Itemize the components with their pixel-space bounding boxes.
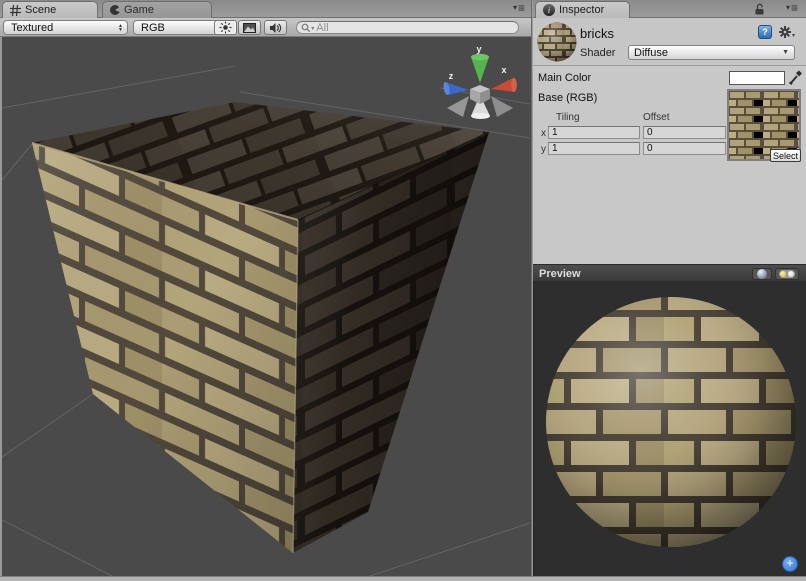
material-thumbnail[interactable] — [537, 22, 577, 62]
shader-label: Shader — [580, 47, 615, 59]
popup-caret-icon: ▼ — [782, 49, 789, 56]
preview-render — [534, 282, 806, 576]
tab-scene-label: Scene — [25, 4, 56, 16]
shader-value: Diffuse — [634, 47, 668, 59]
gear-icon — [778, 25, 792, 39]
unity-editor-window: Scene Game ▾≡ Textured ▲▼ RGB ▲▼ — [0, 0, 806, 581]
scene-tabbar: Scene Game ▾≡ — [0, 0, 533, 18]
gear-caret-icon: ▾ — [792, 32, 795, 39]
gizmo-z-label: z — [449, 71, 454, 81]
scene-lighting-toggle[interactable] — [214, 20, 237, 35]
preview-title: Preview — [539, 268, 581, 280]
preview-sphere[interactable] — [546, 297, 796, 547]
preview-header[interactable]: Preview — [533, 264, 806, 282]
light-off-dot — [788, 271, 794, 277]
eyedropper-icon[interactable] — [788, 69, 804, 86]
x-offset-field[interactable] — [643, 126, 726, 139]
render-mode-dropdown[interactable]: Textured ▲▼ — [3, 20, 128, 35]
inspector-panel: i Inspector ▾≡ — [533, 0, 806, 576]
main-color-label: Main Color — [538, 72, 591, 84]
render-mode-value: Textured — [11, 22, 112, 34]
tab-game[interactable]: Game — [102, 1, 212, 18]
search-caret-icon: ▾ — [311, 25, 314, 32]
tiling-header: Tiling — [556, 112, 580, 123]
y-row-label: y — [541, 144, 546, 155]
scene-skybox-toggle[interactable] — [238, 20, 261, 35]
menu-caret-icon: ▾ — [786, 3, 790, 13]
material-header: bricks Shader Diffuse ▼ ? — [533, 18, 806, 66]
y-offset-field[interactable] — [643, 142, 726, 155]
gizmo-y-label: y — [476, 44, 481, 54]
tab-inspector-label: Inspector — [559, 4, 604, 16]
menu-lines-icon: ≡ — [791, 3, 798, 13]
scene-grid-icon — [10, 5, 21, 16]
preview-mesh-button[interactable] — [752, 268, 772, 280]
x-tiling-field[interactable] — [548, 126, 640, 139]
search-icon — [301, 23, 310, 33]
scene-toolbar: Textured ▲▼ RGB ▲▼ — [0, 18, 533, 37]
base-texture-label: Base (RGB) — [538, 92, 597, 104]
window-resize-bar[interactable] — [0, 576, 806, 581]
material-properties: Main Color Base (RGB) — [533, 66, 806, 264]
scene-panel-menu[interactable]: ▾≡ — [513, 3, 525, 13]
inspector-panel-menu[interactable]: ▾≡ — [786, 3, 798, 13]
scene-audio-toggle[interactable] — [264, 20, 287, 35]
menu-caret-icon: ▾ — [513, 3, 517, 13]
speaker-icon — [269, 22, 282, 34]
add-button[interactable]: + — [782, 556, 798, 572]
scene-panel: Scene Game ▾≡ Textured ▲▼ RGB ▲▼ — [0, 0, 533, 576]
gizmo-x-label: x — [501, 65, 506, 75]
tab-scene[interactable]: Scene — [2, 1, 98, 18]
material-name: bricks — [580, 26, 614, 41]
lock-icon[interactable] — [754, 3, 766, 16]
light-on-dot — [780, 271, 786, 277]
preview-light-button[interactable] — [775, 268, 799, 280]
texture-select-button[interactable]: Select — [770, 149, 801, 162]
shader-dropdown[interactable]: Diffuse ▼ — [628, 45, 795, 60]
y-tiling-field[interactable] — [548, 142, 640, 155]
scene-search[interactable]: ▾ — [296, 21, 519, 34]
color-mode-value: RGB — [141, 22, 212, 34]
info-icon: i — [543, 4, 555, 16]
offset-header: Offset — [643, 112, 670, 123]
game-icon — [110, 5, 120, 15]
tab-game-label: Game — [124, 4, 154, 16]
gear-menu[interactable]: ▾ — [778, 25, 795, 39]
search-input[interactable] — [316, 22, 512, 34]
tab-inspector[interactable]: i Inspector — [535, 1, 630, 18]
x-row-label: x — [541, 128, 546, 139]
dropdown-arrows-icon: ▲▼ — [118, 24, 123, 32]
image-icon — [243, 23, 256, 33]
main-color-swatch[interactable] — [729, 71, 785, 85]
inspector-tabbar: i Inspector ▾≡ — [533, 0, 806, 18]
light-toggle-icon — [779, 270, 795, 278]
preview-area[interactable]: + — [533, 282, 806, 576]
sun-icon — [219, 21, 232, 34]
help-icon[interactable]: ? — [758, 25, 772, 39]
scene-viewport[interactable]: y z x — [2, 37, 531, 576]
menu-lines-icon: ≡ — [518, 3, 525, 13]
sphere-icon — [757, 269, 767, 279]
